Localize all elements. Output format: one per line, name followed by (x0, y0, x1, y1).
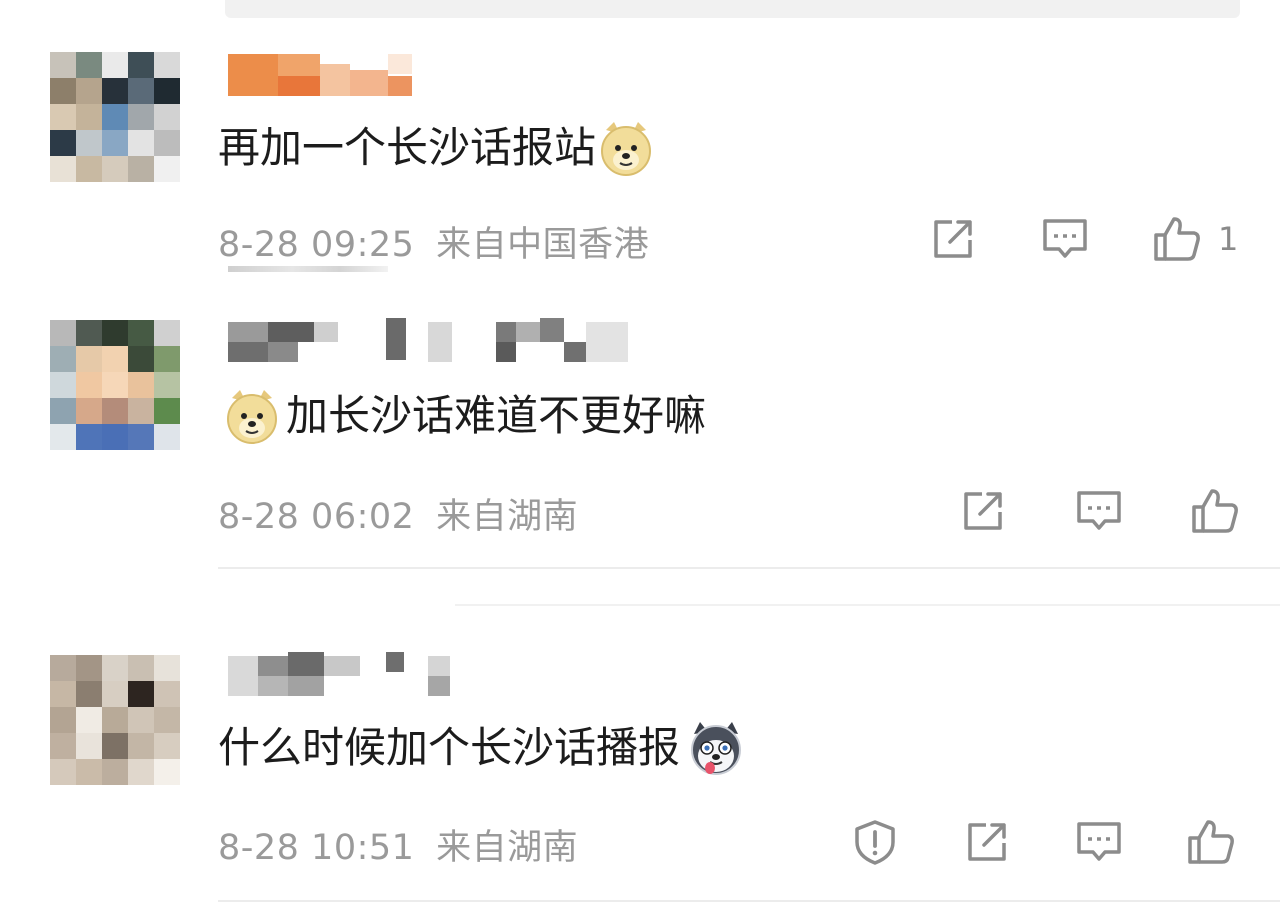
location: 来自湖南 (436, 497, 579, 537)
timestamp: 8-28 06:02 (218, 497, 415, 537)
comment-text: 加长沙话难道不更好嘛 (218, 388, 706, 444)
comment-text: 再加一个长沙话报站 (218, 120, 656, 176)
username-blurred[interactable] (228, 50, 668, 96)
share-icon (968, 823, 1006, 861)
previous-comment-edge (225, 0, 1240, 18)
like-count: 1 (1218, 220, 1239, 258)
comment-meta: 8-28 06:02 来自湖南 (218, 488, 578, 539)
comment-text-tail: 加长沙话难道不更好嘛 (286, 391, 707, 440)
report-button[interactable] (850, 817, 900, 867)
comment-icon (1077, 491, 1121, 530)
divider (218, 900, 1280, 902)
like-icon (1188, 820, 1234, 864)
comment-meta: 8-28 09:25 来自中国香港 (218, 216, 649, 267)
share-icon (934, 220, 972, 258)
reply-button[interactable] (1074, 817, 1124, 867)
timestamp: 8-28 10:51 (218, 828, 415, 868)
username-blurred[interactable] (228, 318, 668, 364)
comment-text-main: 再加一个长沙话报站 (218, 123, 597, 172)
doge-emoji (224, 388, 280, 444)
comment-actions (958, 486, 1240, 536)
blurred-fragment (228, 266, 388, 272)
share-button[interactable] (962, 817, 1012, 867)
report-icon (855, 820, 895, 865)
divider (455, 604, 1280, 606)
reply-button[interactable] (1040, 214, 1090, 264)
reply-button[interactable] (1074, 486, 1124, 536)
divider (218, 567, 1280, 569)
comment-icon (1077, 822, 1121, 861)
comment-icon (1043, 219, 1087, 258)
location: 来自中国香港 (436, 225, 650, 265)
username-blurred[interactable] (228, 652, 668, 698)
like-button[interactable] (1186, 817, 1236, 867)
comment-actions: 1 (928, 214, 1242, 264)
share-button[interactable] (928, 214, 978, 264)
timestamp: 8-28 09:25 (218, 225, 415, 265)
comment-text-main: 什么时候加个长沙话播报 (218, 723, 681, 772)
comment-text: 什么时候加个长沙话播报 (218, 720, 744, 776)
avatar[interactable] (50, 320, 180, 450)
share-button[interactable] (958, 486, 1008, 536)
doge-emoji (598, 120, 654, 176)
like-button[interactable] (1152, 214, 1202, 264)
comment-actions (850, 817, 1236, 867)
location: 来自湖南 (436, 828, 579, 868)
avatar[interactable] (50, 52, 180, 182)
like-button[interactable] (1190, 486, 1240, 536)
like-icon (1154, 217, 1200, 261)
share-icon (964, 492, 1002, 530)
comment-meta: 8-28 10:51 来自湖南 (218, 819, 578, 870)
husky-emoji (686, 720, 742, 776)
avatar[interactable] (50, 655, 180, 785)
like-icon (1192, 489, 1238, 533)
